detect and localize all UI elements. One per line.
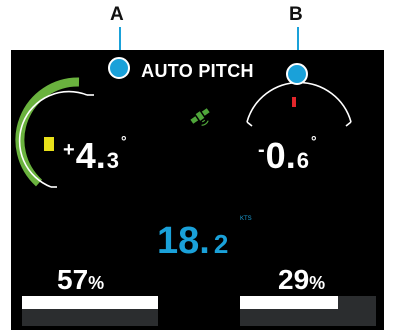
left-tab-symbol: % [88,273,105,293]
right-tab-bar-fill [240,296,338,309]
speed-integer: 18. [157,220,210,262]
right-gauge-indicator [292,97,296,107]
left-tab-percent: 57% [57,266,104,294]
left-trim-reading: +4.3° [63,134,127,174]
right-gauge-right-tick [345,121,352,127]
speed-unit: KTS [240,216,252,222]
right-gauge-outline [246,81,352,123]
left-trim-fraction: 3 [106,148,119,173]
right-trim-integer: 0. [265,135,296,176]
boat-speed-readout: 18. 2 KTS [157,216,252,262]
callout-a-label: A [110,4,124,25]
callout-a-dot [108,57,130,79]
left-tab-value: 57 [57,264,89,295]
right-tab-percent: 29% [278,266,325,294]
right-gauge-left-tick [246,121,253,127]
right-trim-reading: -0.6° [258,134,317,174]
left-trim-integer: 4. [75,135,106,176]
left-trim-sign: + [63,139,75,161]
right-trim-fraction: 6 [296,148,309,173]
callout-b-dot [286,63,308,85]
callout-b-label: B [289,4,303,25]
left-tab-bar [22,296,158,326]
speed-fraction: 2 [213,229,229,259]
right-trim-degree: ° [310,133,317,149]
right-tab-value: 29 [278,264,310,295]
left-gauge-indicator [44,137,54,151]
left-trim-degree: ° [120,133,127,149]
right-trim-sign: - [258,139,265,161]
autopilot-display: AUTO PITCH +4.3° -0.6° 18. 2 KTS 57% 29% [11,50,384,330]
left-tab-bar-fill [22,296,158,309]
right-tab-bar [240,296,376,326]
right-tab-symbol: % [309,273,326,293]
satellite-icon [190,108,210,126]
right-trim-gauge [246,81,352,127]
